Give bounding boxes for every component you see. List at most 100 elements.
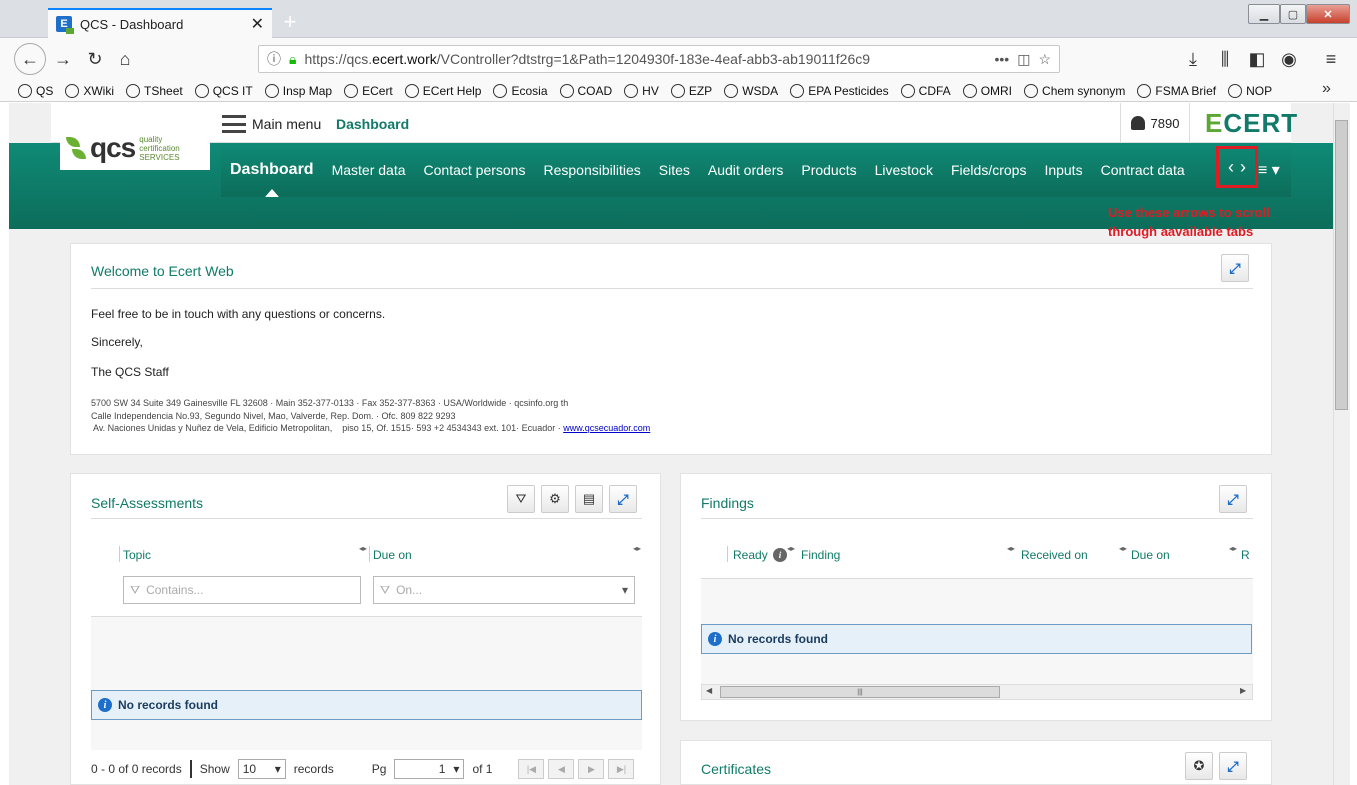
column-resize-icon[interactable]: ◂▸ <box>359 544 367 553</box>
bookmark-item[interactable]: QS <box>18 83 53 98</box>
bookmark-item[interactable]: CDFA <box>900 83 951 98</box>
tab-master-data[interactable]: Master data <box>323 143 415 197</box>
scroll-right-icon[interactable]: ▶ <box>1240 686 1246 695</box>
info-icon[interactable]: i <box>773 548 787 562</box>
scroll-left-icon[interactable]: ◀ <box>706 686 712 695</box>
info-icon[interactable]: ⓘ <box>267 49 281 69</box>
window-close-button[interactable]: ✕ <box>1306 4 1350 24</box>
tab-responsibilities[interactable]: Responsibilities <box>534 143 649 197</box>
bookmarks-overflow-icon[interactable]: » <box>1322 80 1331 98</box>
sidebar-icon[interactable]: ◧ <box>1244 46 1270 72</box>
column-resize-icon[interactable]: ◂▸ <box>1007 544 1015 553</box>
bookmark-item[interactable]: Chem synonym <box>1024 83 1125 98</box>
home-icon[interactable]: ⌂ <box>112 46 138 72</box>
module-tabbar: Dashboard Master data Contact persons Re… <box>221 143 1291 197</box>
bookmark-item[interactable]: COAD <box>559 83 612 98</box>
column-header-due-on[interactable]: Due on <box>373 548 412 562</box>
bookmark-star-icon[interactable]: ☆ <box>1038 51 1051 68</box>
bookmark-item[interactable]: TSheet <box>126 83 183 98</box>
topic-filter-input[interactable]: ⛛ Contains... <box>123 576 361 604</box>
url-bar[interactable]: ⓘ 🔒︎ https://qcs.ecert.work/VController?… <box>258 45 1060 73</box>
bookmark-item[interactable]: Ecosia <box>493 83 548 98</box>
ecert-brand: ECERT <box>1205 108 1299 138</box>
tab-list-menu-icon[interactable]: ≡ ▾ <box>1258 160 1280 180</box>
bookmark-item[interactable]: ECert Help <box>404 83 481 98</box>
bookmark-item[interactable]: NOP <box>1228 83 1272 98</box>
expand-button[interactable]: ⤢ <box>1219 752 1247 780</box>
new-tab-button[interactable]: + <box>278 9 302 34</box>
expand-button[interactable]: ⤢ <box>1219 485 1247 513</box>
first-page-button[interactable]: |◀ <box>518 759 545 779</box>
column-resize-icon[interactable]: ◂▸ <box>1119 544 1127 553</box>
bookmark-icon <box>404 83 419 98</box>
bookmark-item[interactable]: HV <box>624 83 659 98</box>
tab-close-icon[interactable]: ✕ <box>251 14 264 34</box>
tab-contract-data[interactable]: Contract data <box>1092 143 1194 197</box>
due-on-filter-select[interactable]: ⛛ On... ▾ <box>373 576 635 604</box>
tab-scroll-left-icon[interactable]: ‹ <box>1228 157 1234 178</box>
tab-livestock[interactable]: Livestock <box>866 143 942 197</box>
bookmark-item[interactable]: OMRI <box>962 83 1012 98</box>
maximize-button[interactable]: ▢ <box>1280 4 1306 24</box>
last-page-button[interactable]: ▶| <box>608 759 635 779</box>
bookmark-item[interactable]: EPA Pesticides <box>790 83 889 98</box>
browser-tab[interactable]: E QCS - Dashboard ✕ <box>48 8 272 38</box>
bookmark-item[interactable]: FSMA Brief <box>1137 83 1216 98</box>
filter-icon: ⛛ <box>380 582 391 597</box>
expand-button[interactable]: ⤢ <box>1221 254 1249 282</box>
menu-icon[interactable]: ≡ <box>1318 46 1344 72</box>
tab-dashboard[interactable]: Dashboard <box>221 143 323 197</box>
pocket-icon[interactable]: ◫ <box>1017 51 1030 68</box>
scrollbar-thumb[interactable]: ||| <box>720 686 1000 698</box>
main-menu-button[interactable]: Main menu <box>222 110 321 138</box>
page-actions-icon[interactable]: ••• <box>994 51 1009 67</box>
ecuador-link[interactable]: www.qcsecuador.com <box>563 423 650 433</box>
bookmark-item[interactable]: EZP <box>670 83 712 98</box>
tab-scroll-right-icon[interactable]: › <box>1240 157 1246 178</box>
library-icon[interactable]: ⫼ <box>1212 46 1238 72</box>
column-header-r[interactable]: R <box>1241 548 1250 562</box>
user-button[interactable]: 7890 <box>1120 103 1190 143</box>
tab-products[interactable]: Products <box>792 143 865 197</box>
tab-fields-crops[interactable]: Fields/crops <box>942 143 1035 197</box>
bookmark-item[interactable]: Insp Map <box>264 83 332 98</box>
bookmark-item[interactable]: ECert <box>344 83 393 98</box>
download-icon[interactable]: ⤓ <box>1180 46 1206 72</box>
column-resize-icon[interactable]: ◂▸ <box>787 544 795 553</box>
back-arrow-icon[interactable]: ← <box>14 43 46 75</box>
scrollbar-thumb[interactable] <box>1335 120 1348 410</box>
column-header-ready[interactable]: Ready <box>733 548 768 562</box>
certificates-title: Certificates <box>701 761 772 777</box>
tab-audit-orders[interactable]: Audit orders <box>699 143 792 197</box>
tab-inputs[interactable]: Inputs <box>1035 143 1091 197</box>
bookmark-item[interactable]: QCS IT <box>194 83 253 98</box>
settings-button[interactable]: ⚙ <box>541 485 569 513</box>
horizontal-scrollbar[interactable]: ◀ ||| ▶ <box>701 684 1253 700</box>
prev-page-button[interactable]: ◀ <box>548 759 575 779</box>
column-resize-icon[interactable]: ◂▸ <box>1229 544 1237 553</box>
forward-arrow-icon[interactable]: → <box>50 46 76 72</box>
expand-button[interactable]: ⤢ <box>609 485 637 513</box>
minimize-button[interactable]: ▁ <box>1248 4 1280 24</box>
column-resize-icon[interactable]: ◂▸ <box>633 544 641 553</box>
bookmark-item[interactable]: XWiki <box>65 83 114 98</box>
reload-icon[interactable]: ↻ <box>82 46 108 72</box>
column-header-received-on[interactable]: Received on <box>1021 548 1088 562</box>
page-size-select[interactable]: 10 ▾ <box>237 759 286 779</box>
column-header-due-on[interactable]: Due on <box>1131 548 1170 562</box>
certificate-badge-button[interactable]: ✪ <box>1185 752 1213 780</box>
tab-contact-persons[interactable]: Contact persons <box>415 143 535 197</box>
info-icon: i <box>708 632 722 646</box>
account-icon[interactable]: ◉ <box>1276 46 1302 72</box>
bookmark-item[interactable]: WSDA <box>724 83 778 98</box>
export-button[interactable]: ▤ <box>575 485 603 513</box>
page-select[interactable]: 1 ▾ <box>394 759 465 779</box>
welcome-line: Sincerely, <box>91 335 143 349</box>
next-page-button[interactable]: ▶ <box>578 759 605 779</box>
column-header-finding[interactable]: Finding <box>801 548 840 562</box>
url-text[interactable]: https://qcs.ecert.work/VController?dtstr… <box>304 51 986 67</box>
column-header-topic[interactable]: Topic <box>123 548 151 562</box>
clear-filter-button[interactable]: ⛛ <box>507 485 535 513</box>
qcs-logo[interactable]: qcs quality certification SERVICES <box>60 126 210 170</box>
tab-sites[interactable]: Sites <box>650 143 699 197</box>
